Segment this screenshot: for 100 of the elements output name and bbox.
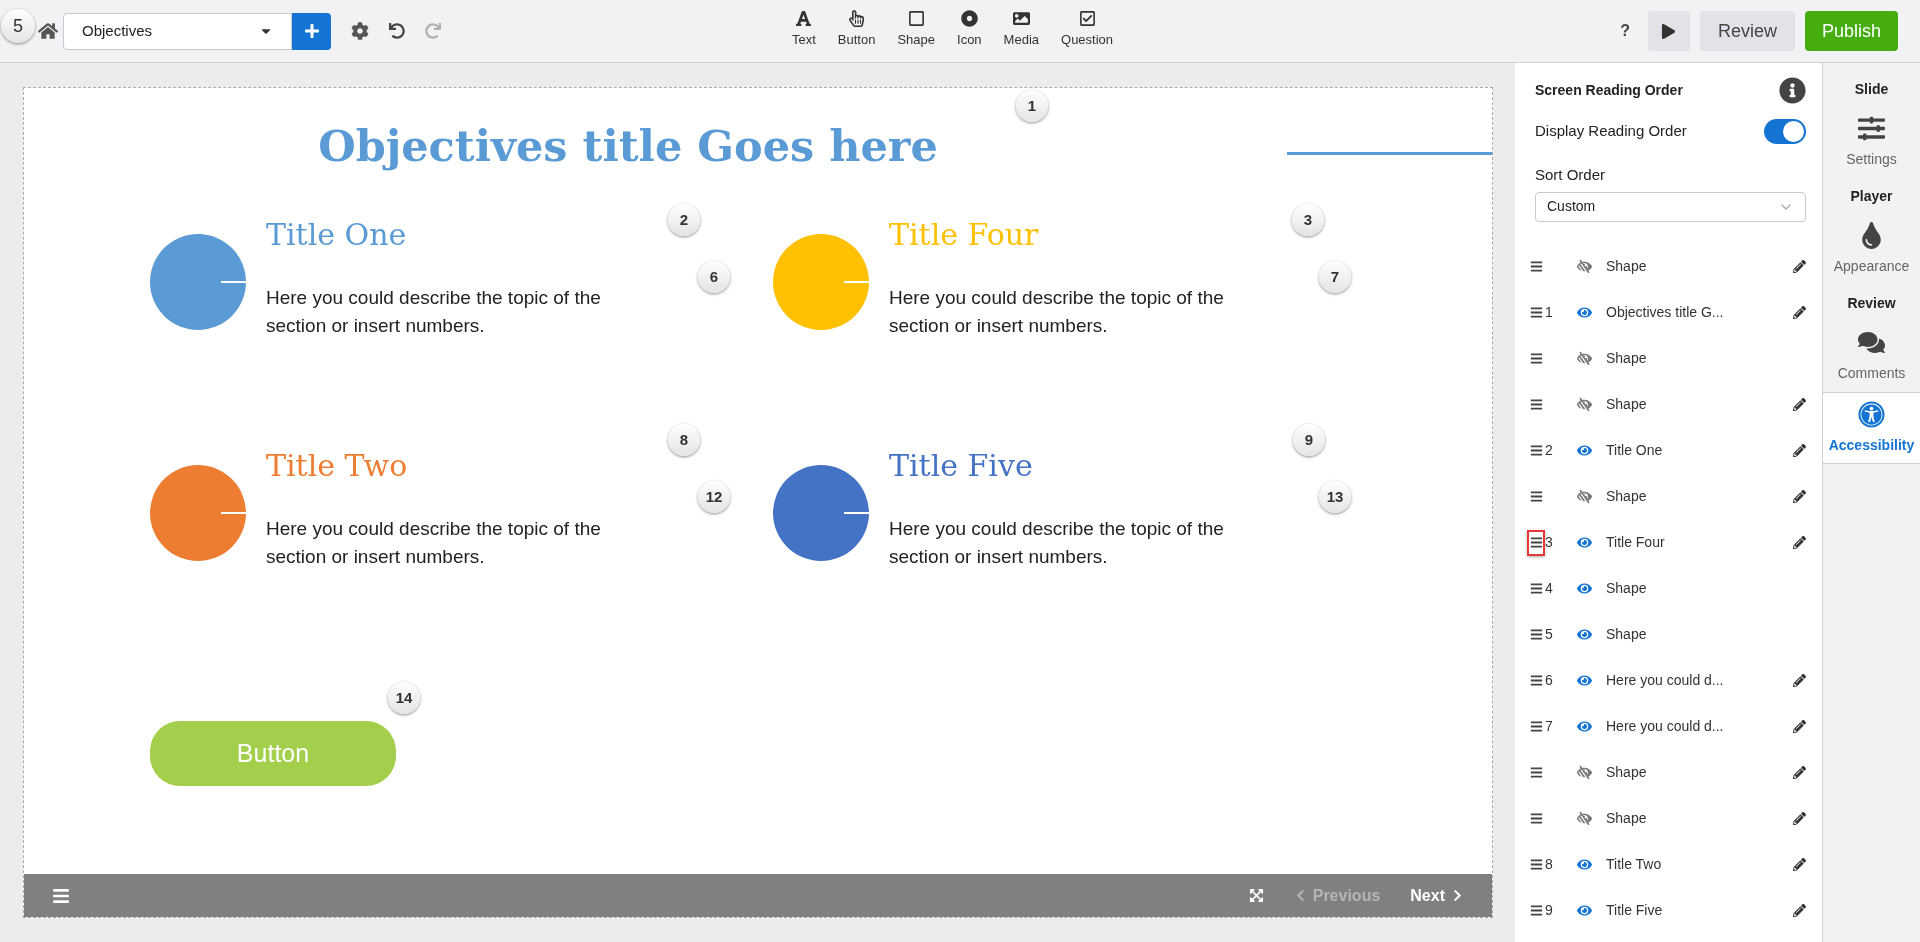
eye-slash-icon[interactable] [1577, 489, 1592, 504]
element-label: Shape [1606, 579, 1647, 598]
eye-icon[interactable] [1577, 857, 1592, 872]
accessibility-icon [1858, 400, 1885, 428]
menu-icon[interactable] [52, 886, 70, 905]
font-icon [795, 10, 813, 27]
home-icon[interactable] [38, 21, 58, 41]
settings-icon[interactable] [351, 22, 369, 40]
checkbox-icon [1078, 10, 1096, 27]
eye-slash-icon[interactable] [1577, 259, 1592, 274]
eye-slash-icon[interactable] [1577, 397, 1592, 412]
element-label: Shape [1606, 763, 1647, 782]
order-number: 7 [1545, 718, 1553, 734]
review-button[interactable]: Review [1699, 11, 1795, 51]
next-button[interactable]: Next [1410, 883, 1464, 908]
sort-order-label: Sort Order [1535, 165, 1607, 185]
display-order-toggle[interactable] [1764, 119, 1806, 144]
info-icon[interactable] [1779, 77, 1806, 104]
eye-icon[interactable] [1577, 903, 1592, 918]
eye-slash-icon[interactable] [1577, 811, 1592, 826]
pencil-icon[interactable] [1793, 904, 1806, 917]
plus-icon [303, 23, 320, 39]
item-title: Title One [266, 216, 407, 254]
element-label: Objectives title G... [1606, 303, 1724, 322]
order-number-badge: 12 [698, 481, 730, 513]
insert-tool-button[interactable]: Shape [895, 10, 938, 50]
eye-icon[interactable] [1577, 535, 1592, 550]
eye-icon[interactable] [1577, 719, 1592, 734]
nav-heading: Slide [1854, 80, 1889, 99]
help-button[interactable]: ? [1620, 19, 1630, 43]
nav-item[interactable]: Appearance [1823, 213, 1920, 285]
fullscreen-icon[interactable] [1248, 888, 1264, 903]
element-label: Shape [1606, 625, 1647, 644]
item-title: Title Five [889, 447, 1033, 485]
element-label: Shape [1606, 349, 1647, 368]
order-number-badge: 14 [388, 682, 420, 714]
element-label: Shape [1606, 809, 1647, 828]
slide-title: Objectives title Goes here [318, 120, 938, 173]
nav-item[interactable]: Accessibility [1823, 392, 1920, 464]
order-number-badge: 8 [668, 424, 700, 456]
item-description: Here you could describe the topic of the section or insert numbers. [889, 286, 1225, 338]
insert-tool-button[interactable]: Icon [955, 10, 984, 50]
element-label: Title One [1606, 441, 1663, 460]
drag-handle-icon[interactable] [1527, 529, 1545, 556]
eye-slash-icon[interactable] [1577, 351, 1592, 366]
pencil-icon[interactable] [1793, 444, 1806, 457]
eye-icon[interactable] [1577, 627, 1592, 642]
play-icon [1661, 23, 1677, 39]
item-description: Here you could describe the topic of the section or insert numbers. [266, 517, 602, 569]
chevron-right-icon [1451, 889, 1464, 902]
eye-slash-icon[interactable] [1577, 765, 1592, 780]
sliders-icon [1858, 114, 1885, 142]
order-number: 6 [1545, 672, 1553, 688]
order-number: 3 [1545, 534, 1553, 550]
element-label: Here you could d... [1606, 717, 1724, 736]
order-number: 1 [1545, 304, 1553, 320]
order-number: 8 [1545, 856, 1553, 872]
element-label: Shape [1606, 487, 1647, 506]
eye-icon[interactable] [1577, 305, 1592, 320]
nav-heading: Player [1850, 187, 1893, 206]
insert-tool-button[interactable]: Question [1059, 10, 1116, 50]
item-description: Here you could describe the topic of the section or insert numbers. [266, 286, 602, 338]
toggle-label: Display Reading Order [1535, 121, 1687, 142]
eye-icon[interactable] [1577, 443, 1592, 458]
undo-icon[interactable] [389, 23, 405, 39]
nav-item[interactable]: Comments [1823, 320, 1920, 392]
pencil-icon[interactable] [1793, 536, 1806, 549]
preview-button[interactable] [1647, 11, 1690, 51]
order-number-badge: 7 [1319, 261, 1351, 293]
pencil-icon[interactable] [1793, 812, 1806, 825]
sort-order-select[interactable]: Custom [1535, 191, 1806, 222]
pencil-icon[interactable] [1793, 260, 1806, 273]
eye-icon[interactable] [1577, 673, 1592, 688]
order-number: 4 [1545, 580, 1553, 596]
pencil-icon[interactable] [1793, 490, 1806, 503]
order-number: 2 [1545, 442, 1553, 458]
pencil-icon[interactable] [1793, 674, 1806, 687]
slide-select[interactable]: Objectives [63, 12, 292, 50]
element-label: Shape [1606, 257, 1647, 276]
pointer-hand-icon [848, 10, 866, 27]
order-number: 5 [1545, 626, 1553, 642]
pencil-icon[interactable] [1793, 306, 1806, 319]
eye-icon[interactable] [1577, 581, 1592, 596]
order-number-badge: 1 [1016, 90, 1048, 122]
element-label: Shape [1606, 395, 1647, 414]
pencil-icon[interactable] [1793, 398, 1806, 411]
pencil-icon[interactable] [1793, 766, 1806, 779]
image-icon [1012, 10, 1030, 27]
nav-item[interactable]: Settings [1823, 106, 1920, 178]
insert-tool-button[interactable]: Button [835, 10, 878, 50]
element-label: Title Four [1606, 533, 1665, 552]
insert-tool-button[interactable]: Media [1001, 10, 1042, 50]
nav-heading: Review [1847, 294, 1896, 313]
order-number-badge: 3 [1292, 204, 1324, 236]
element-label: Title Five [1606, 901, 1663, 920]
add-slide-button[interactable] [292, 12, 331, 50]
insert-tool-button[interactable]: Text [790, 10, 818, 50]
pencil-icon[interactable] [1793, 858, 1806, 871]
pencil-icon[interactable] [1793, 720, 1806, 733]
item-title: Title Two [266, 447, 408, 485]
